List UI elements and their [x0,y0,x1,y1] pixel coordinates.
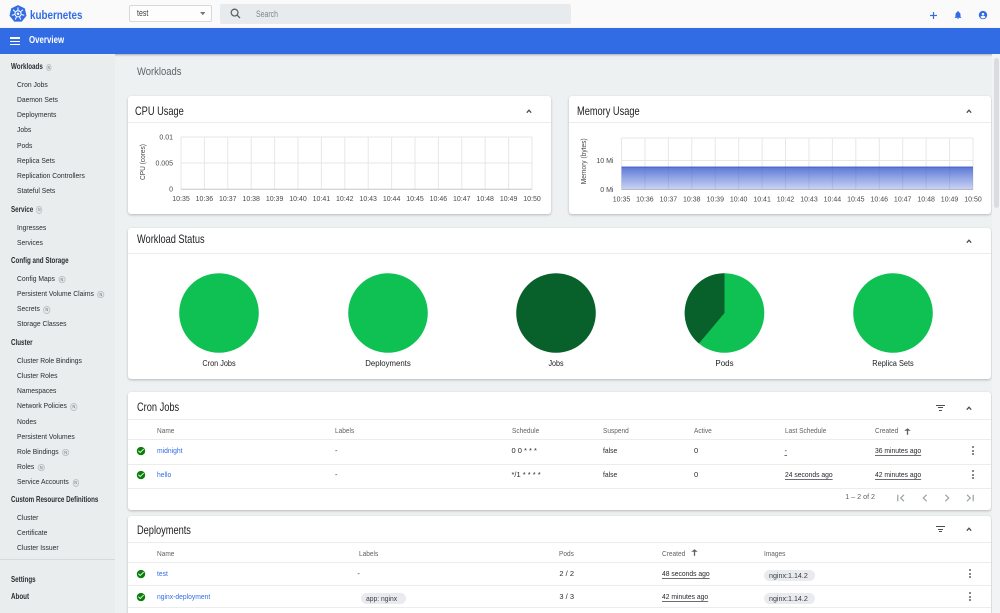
svg-text:10:36: 10:36 [196,196,214,203]
svg-text:10:50: 10:50 [964,197,982,204]
svg-text:10:37: 10:37 [660,197,678,204]
svg-text:10:45: 10:45 [847,197,865,204]
svg-text:10:49: 10:49 [500,196,518,203]
svg-text:0.005: 0.005 [155,161,173,168]
svg-text:10:50: 10:50 [523,196,541,203]
svg-text:10:40: 10:40 [289,196,307,203]
svg-text:Deployments: Deployments [365,359,411,368]
svg-text:10:48: 10:48 [917,197,935,204]
svg-text:10:42: 10:42 [777,197,795,204]
svg-text:Cron Jobs: Cron Jobs [202,359,235,368]
svg-text:10:40: 10:40 [730,197,748,204]
svg-text:0.01: 0.01 [159,135,173,142]
svg-text:10:36: 10:36 [636,197,654,204]
svg-text:10:37: 10:37 [219,196,237,203]
svg-text:10:49: 10:49 [941,197,959,204]
svg-text:10:45: 10:45 [406,196,424,203]
svg-text:10:44: 10:44 [824,197,842,204]
svg-text:10:46: 10:46 [430,196,448,203]
svg-text:0 Mi: 0 Mi [600,187,614,194]
svg-text:10:44: 10:44 [383,196,401,203]
svg-text:CPU (cores): CPU (cores) [138,144,147,180]
svg-text:0: 0 [169,187,173,194]
svg-text:10:39: 10:39 [266,196,284,203]
svg-text:10 Mi: 10 Mi [596,158,614,165]
svg-text:Memory (bytes): Memory (bytes) [579,138,588,184]
svg-text:10:38: 10:38 [242,196,260,203]
svg-text:10:41: 10:41 [753,197,771,204]
svg-text:10:35: 10:35 [172,196,190,203]
svg-text:10:48: 10:48 [476,196,494,203]
svg-text:10:42: 10:42 [336,196,354,203]
svg-text:10:39: 10:39 [706,197,724,204]
svg-text:Jobs: Jobs [548,359,563,368]
svg-text:10:43: 10:43 [359,196,377,203]
svg-text:10:47: 10:47 [894,197,912,204]
svg-text:10:38: 10:38 [683,197,701,204]
svg-text:10:35: 10:35 [613,197,631,204]
svg-text:10:43: 10:43 [800,197,818,204]
svg-text:10:46: 10:46 [871,197,889,204]
svg-text:Pods: Pods [715,359,733,368]
svg-text:10:47: 10:47 [453,196,471,203]
svg-text:Replica Sets: Replica Sets [872,359,914,368]
svg-text:10:41: 10:41 [313,196,331,203]
